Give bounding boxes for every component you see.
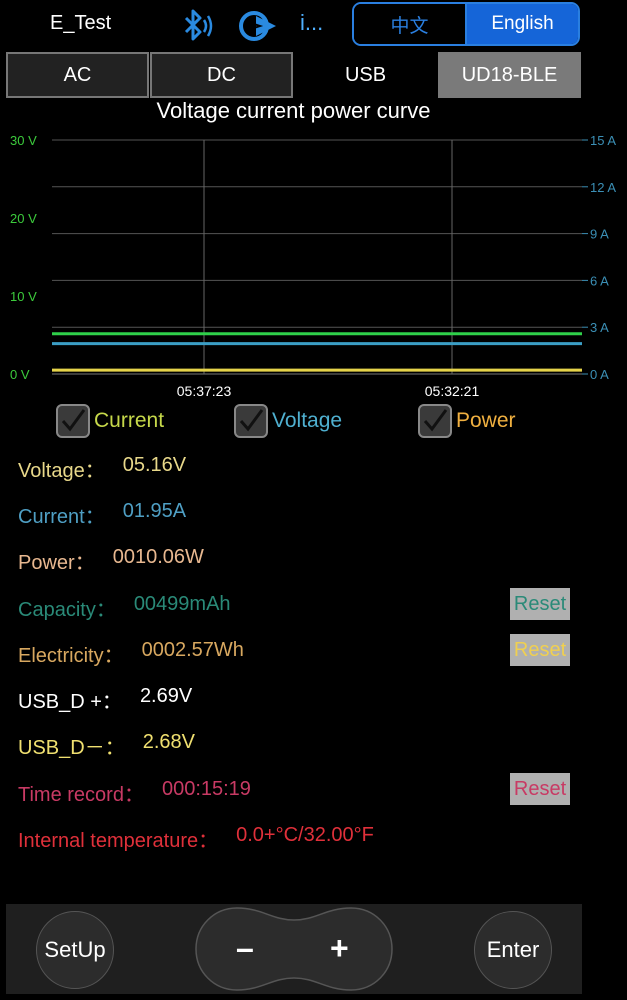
tab-dc[interactable]: DC xyxy=(150,52,293,98)
reset-electricity-button[interactable]: Reset xyxy=(510,634,570,666)
temperature-label: Internal temperature： xyxy=(18,830,219,852)
reset-capacity-button[interactable]: Reset xyxy=(510,588,570,620)
reading-voltage: Voltage： 05.16V xyxy=(18,454,186,483)
capacity-value: 00499mAh xyxy=(133,593,231,615)
current-value: 01.95A xyxy=(122,500,187,522)
chart-title: Voltage current power curve xyxy=(156,98,431,123)
y-right-tick-label: 6 A xyxy=(590,273,609,288)
check-icon xyxy=(234,404,268,438)
app-title: E_Test xyxy=(50,12,112,34)
time-record-value: 000:15:19 xyxy=(161,778,251,800)
reading-usb-dm: USB_D－： 2.68V xyxy=(18,731,195,760)
refresh-icon[interactable] xyxy=(234,8,280,44)
bluetooth-icon[interactable] xyxy=(176,6,216,46)
reading-current: Current： 01.95A xyxy=(18,500,186,529)
reset-time-button[interactable]: Reset xyxy=(510,773,570,805)
power-label: Power： xyxy=(18,552,95,574)
voltage-label: Voltage： xyxy=(18,460,105,482)
usb-dm-label: USB_D－： xyxy=(18,737,125,759)
electricity-label: Electricity： xyxy=(18,645,124,667)
electricity-value: 0002.57Wh xyxy=(141,639,244,661)
device-tabs: AC DC USB UD18-BLE xyxy=(6,52,582,98)
checkbox-voltage[interactable]: Voltage xyxy=(234,404,342,438)
power-value: 0010.06W xyxy=(112,546,204,568)
x-tick-label: 05:37:23 xyxy=(177,383,232,399)
lang-chinese-button[interactable]: 中文 xyxy=(354,4,467,44)
y-left-tick-label: 20 V xyxy=(10,211,37,226)
temperature-value: 0.0+°C/32.00°F xyxy=(236,824,374,846)
check-icon xyxy=(56,404,90,438)
current-label: Current： xyxy=(18,506,105,528)
checkbox-current[interactable]: Current xyxy=(56,404,164,438)
y-left-tick-label: 30 V xyxy=(10,133,37,148)
usb-dm-value: 2.68V xyxy=(142,731,195,753)
language-switch: 中文 English xyxy=(352,2,580,46)
voltage-value: 05.16V xyxy=(122,454,187,476)
y-right-tick-label: 9 A xyxy=(590,227,609,242)
tab-ud18-ble[interactable]: UD18-BLE xyxy=(438,52,581,98)
lang-english-button[interactable]: English xyxy=(467,4,578,44)
reading-power: Power： 0010.06W xyxy=(18,546,204,575)
checkbox-label-current: Current xyxy=(94,409,165,432)
checkbox-label-voltage: Voltage xyxy=(272,409,343,432)
reading-temperature: Internal temperature： 0.0+°C/32.00°F xyxy=(18,824,374,853)
vip-curve-chart: 30 V 20 V 10 V 0 V 15 A 12 A 9 A 6 A 3 A 0 A 05:37… xyxy=(10,133,616,399)
usb-dp-label: USB_D +： xyxy=(18,691,122,713)
bottom-control-bar: SetUp – + Enter xyxy=(6,904,582,994)
info-button[interactable]: i... xyxy=(300,10,323,36)
minus-button[interactable]: – xyxy=(236,930,254,967)
y-left-tick-label: 10 V xyxy=(10,289,37,304)
time-record-label: Time record： xyxy=(18,784,144,806)
reading-electricity: Electricity： 0002.57Wh xyxy=(18,639,244,668)
checkbox-power[interactable]: Power xyxy=(418,404,516,438)
check-icon xyxy=(418,404,452,438)
y-left-tick-label: 0 V xyxy=(10,367,30,382)
tab-usb[interactable]: USB xyxy=(294,52,437,98)
usb-dp-value: 2.69V xyxy=(139,685,193,707)
y-right-tick-label: 12 A xyxy=(590,180,616,195)
plus-button[interactable]: + xyxy=(330,930,349,967)
y-right-tick-label: 15 A xyxy=(590,133,616,148)
x-tick-label: 05:32:21 xyxy=(425,383,480,399)
reading-time-record: Time record： 000:15:19 xyxy=(18,778,251,807)
setup-button[interactable]: SetUp xyxy=(36,911,114,989)
capacity-label: Capacity： xyxy=(18,599,116,621)
checkbox-label-power: Power xyxy=(456,409,516,432)
y-right-tick-label: 3 A xyxy=(590,320,609,335)
enter-button[interactable]: Enter xyxy=(474,911,552,989)
plus-minus-capsule xyxy=(195,907,393,991)
reading-capacity: Capacity： 00499mAh xyxy=(18,593,231,622)
y-right-tick-label: 0 A xyxy=(590,367,609,382)
tab-ac[interactable]: AC xyxy=(6,52,149,98)
reading-usb-dp: USB_D +： 2.69V xyxy=(18,685,192,714)
